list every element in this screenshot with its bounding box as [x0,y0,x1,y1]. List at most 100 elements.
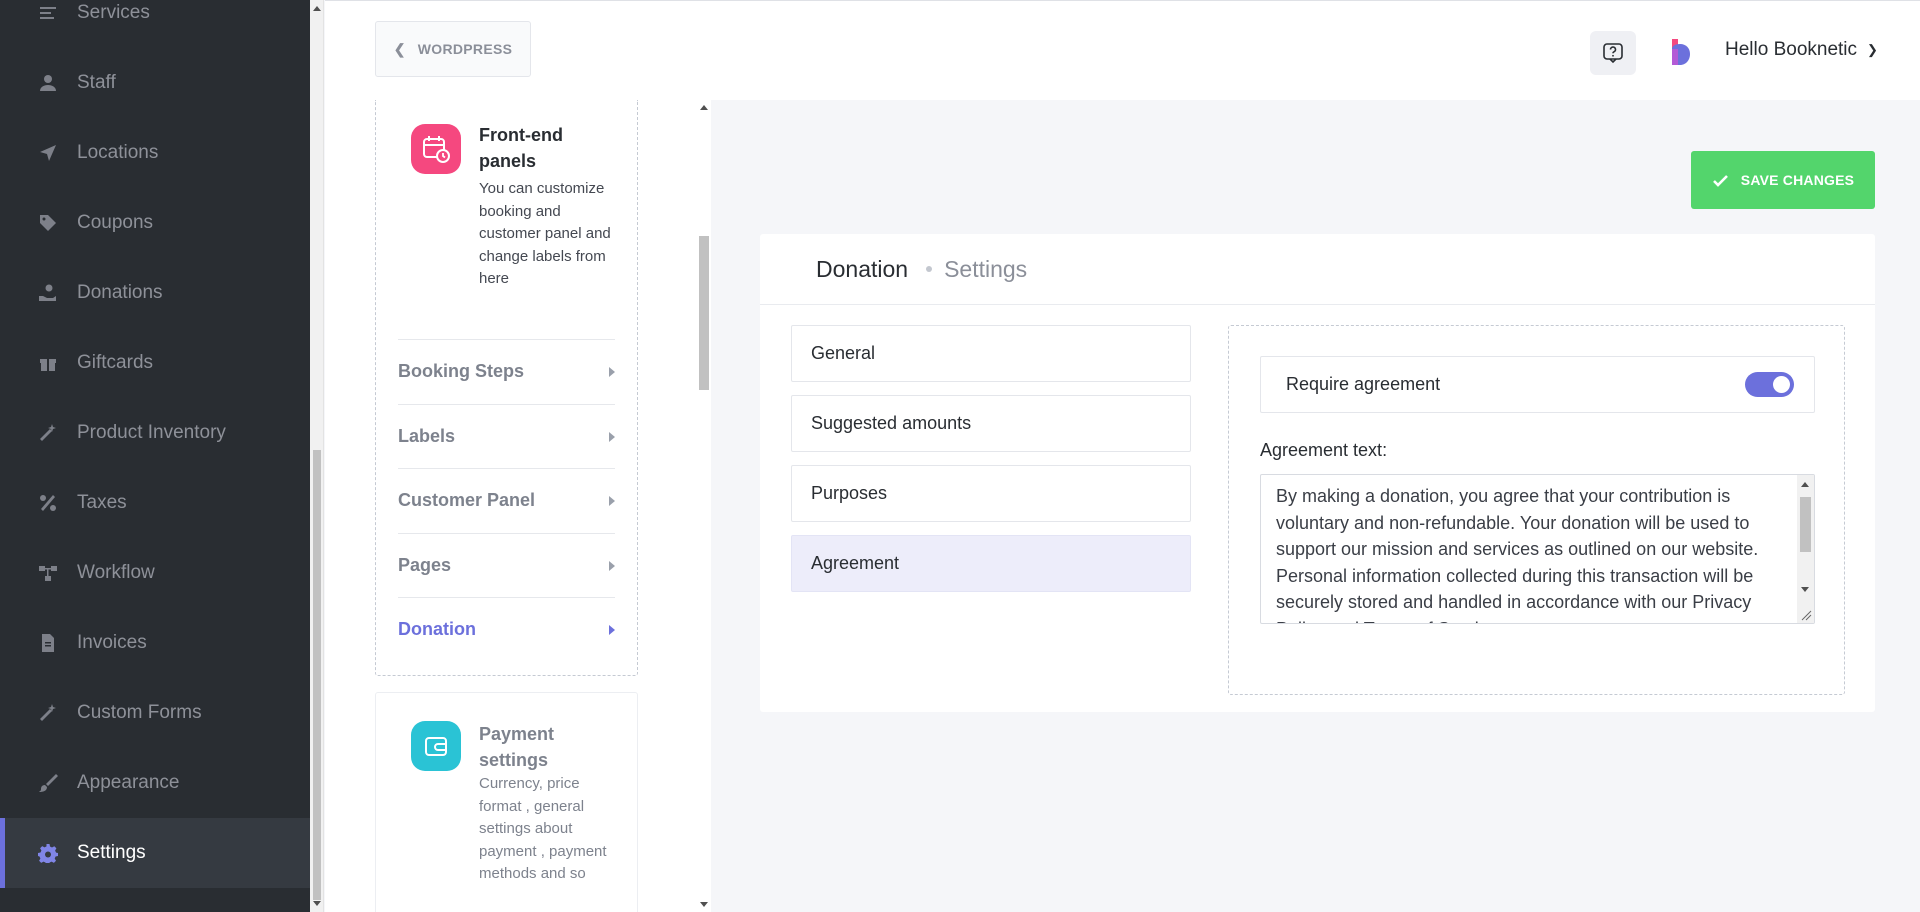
sidebar-item-workflow[interactable]: Workflow [0,538,310,608]
sidebar-item-label: Coupons [77,212,154,233]
breadcrumb-sub: Settings [944,255,1028,282]
brush-icon [37,772,59,794]
sidebar-item-appearance[interactable]: Appearance [0,748,310,818]
workflow-icon [37,562,59,584]
sidebar-item-label: Donations [77,282,163,303]
sidebar-item-label: Giftcards [77,352,154,373]
payment-settings-card[interactable]: Payment settings Currency, price format … [375,692,638,912]
sidebar-item-settings[interactable]: Settings [0,818,310,888]
frontend-panels-description: You can customize booking and customer p… [479,180,611,287]
submenu-booking-steps[interactable]: Booking Steps [398,339,615,403]
user-icon [37,72,59,94]
gear-icon [37,842,59,864]
help-button[interactable] [1590,31,1636,75]
scroll-up-arrow-icon[interactable] [700,105,708,110]
submenu-label: Labels [398,426,456,446]
app-root: Services Staff Locations Coupons Donatio… [0,0,1920,912]
sidebar-item-locations[interactable]: Locations [0,118,310,188]
agreement-text-value[interactable]: By making a donation, you agree that you… [1276,483,1786,623]
sidebar-item-label: Locations [77,142,159,163]
caret-right-icon [609,560,615,571]
list-icon [37,2,59,24]
scrollbar-thumb[interactable] [699,236,709,390]
sidebar-item-taxes[interactable]: Taxes [0,468,310,538]
wordpress-back-button[interactable]: ❮ WORDPRESS [375,21,531,77]
wordpress-label: WORDPRESS [417,41,513,57]
breadcrumb-main: Donation [816,255,909,282]
scrollbar-thumb[interactable] [313,450,321,900]
submenu-donation[interactable]: Donation [398,597,615,661]
check-icon [1712,174,1728,187]
tab-general[interactable]: General [791,325,1191,382]
sidebar-item-staff[interactable]: Staff [0,48,310,118]
agreement-textarea[interactable]: By making a donation, you agree that you… [1260,474,1815,624]
donation-settings-card: Donation Settings General Suggested amou… [760,234,1875,712]
gift-icon [37,352,59,374]
scroll-down-arrow-icon[interactable] [313,901,321,906]
sidebar-item-label: Staff [77,72,116,93]
chevron-left-icon: ❮ [393,40,406,57]
submenu-label: Customer Panel [398,490,536,510]
hand-heart-icon [37,282,59,304]
sidebar-item-coupons[interactable]: Coupons [0,188,310,258]
sidebar-item-invoices[interactable]: Invoices [0,608,310,678]
sidebar-item-giftcards[interactable]: Giftcards [0,328,310,398]
submenu-label: Booking Steps [398,361,525,381]
sidebar-item-label: Invoices [77,632,147,653]
sidebar-item-label: Product Inventory [77,422,226,443]
caret-right-icon [609,624,615,635]
require-agreement-label: Require agreement [1286,374,1441,394]
magic-wand-icon [37,702,59,724]
toggle-knob [1773,376,1790,393]
user-greeting: Hello Booknetic [1725,39,1858,60]
scroll-down-arrow-icon[interactable] [700,902,708,907]
submenu-customer-panel[interactable]: Customer Panel [398,468,615,532]
sidebar-item-label: Taxes [77,492,127,513]
sidebar-item-custom-forms[interactable]: Custom Forms [0,678,310,748]
scroll-up-arrow-icon[interactable] [313,6,321,11]
tab-suggested-amounts[interactable]: Suggested amounts [791,395,1191,452]
booknetic-logo-icon [1672,39,1690,65]
sidebar-item-label: Appearance [77,772,180,793]
sidebar: Services Staff Locations Coupons Donatio… [0,0,310,912]
location-arrow-icon [37,142,59,164]
scroll-down-arrow-icon[interactable] [1801,587,1809,592]
submenu-labels[interactable]: Labels [398,404,615,468]
window-scrollbar[interactable] [310,0,324,912]
textarea-scrollbar[interactable] [1797,475,1814,623]
tab-purposes[interactable]: Purposes [791,465,1191,522]
tag-icon [37,212,59,234]
resize-grip-icon[interactable] [1800,609,1812,621]
user-menu[interactable]: Hello Booknetic ❯ [1725,39,1878,61]
caret-right-icon [609,431,615,442]
percent-icon [37,492,59,514]
settings-nav-scrollbar[interactable] [697,100,711,912]
sidebar-item-label: Settings [77,842,146,863]
breadcrumb-separator [926,266,933,272]
scrollbar-thumb[interactable] [1800,497,1811,552]
submenu-label: Pages [398,555,452,575]
sidebar-item-product-inventory[interactable]: Product Inventory [0,398,310,468]
payment-settings-description: Currency, price format , general setting… [479,775,607,882]
wallet-icon [411,721,461,771]
tab-agreement[interactable]: Agreement [791,535,1191,592]
require-agreement-toggle[interactable] [1745,372,1794,397]
submenu-pages[interactable]: Pages [398,533,615,597]
save-changes-button[interactable]: SAVE CHANGES [1691,151,1875,209]
agreement-pane: Require agreement Agreement text: By mak… [1228,325,1845,695]
caret-right-icon [609,495,615,506]
sidebar-item-donations[interactable]: Donations [0,258,310,328]
sidebar-item-label: Services [77,2,150,23]
magic-wand-icon [37,422,59,444]
settings-nav-panel: Front-end panels You can customize booki… [325,100,705,912]
chevron-down-icon: ❯ [1867,42,1878,57]
payment-settings-title: Payment settings [479,724,555,770]
breadcrumb: Donation Settings [760,234,1875,305]
agreement-text-label: Agreement text: [1260,440,1388,460]
require-agreement-row: Require agreement [1260,356,1815,413]
sidebar-item-label: Workflow [77,562,155,583]
sidebar-item-services[interactable]: Services [0,0,310,48]
submenu-label: Donation [398,619,476,639]
frontend-panels-title[interactable]: Front-end panels [479,122,609,174]
scroll-up-arrow-icon[interactable] [1801,482,1809,487]
